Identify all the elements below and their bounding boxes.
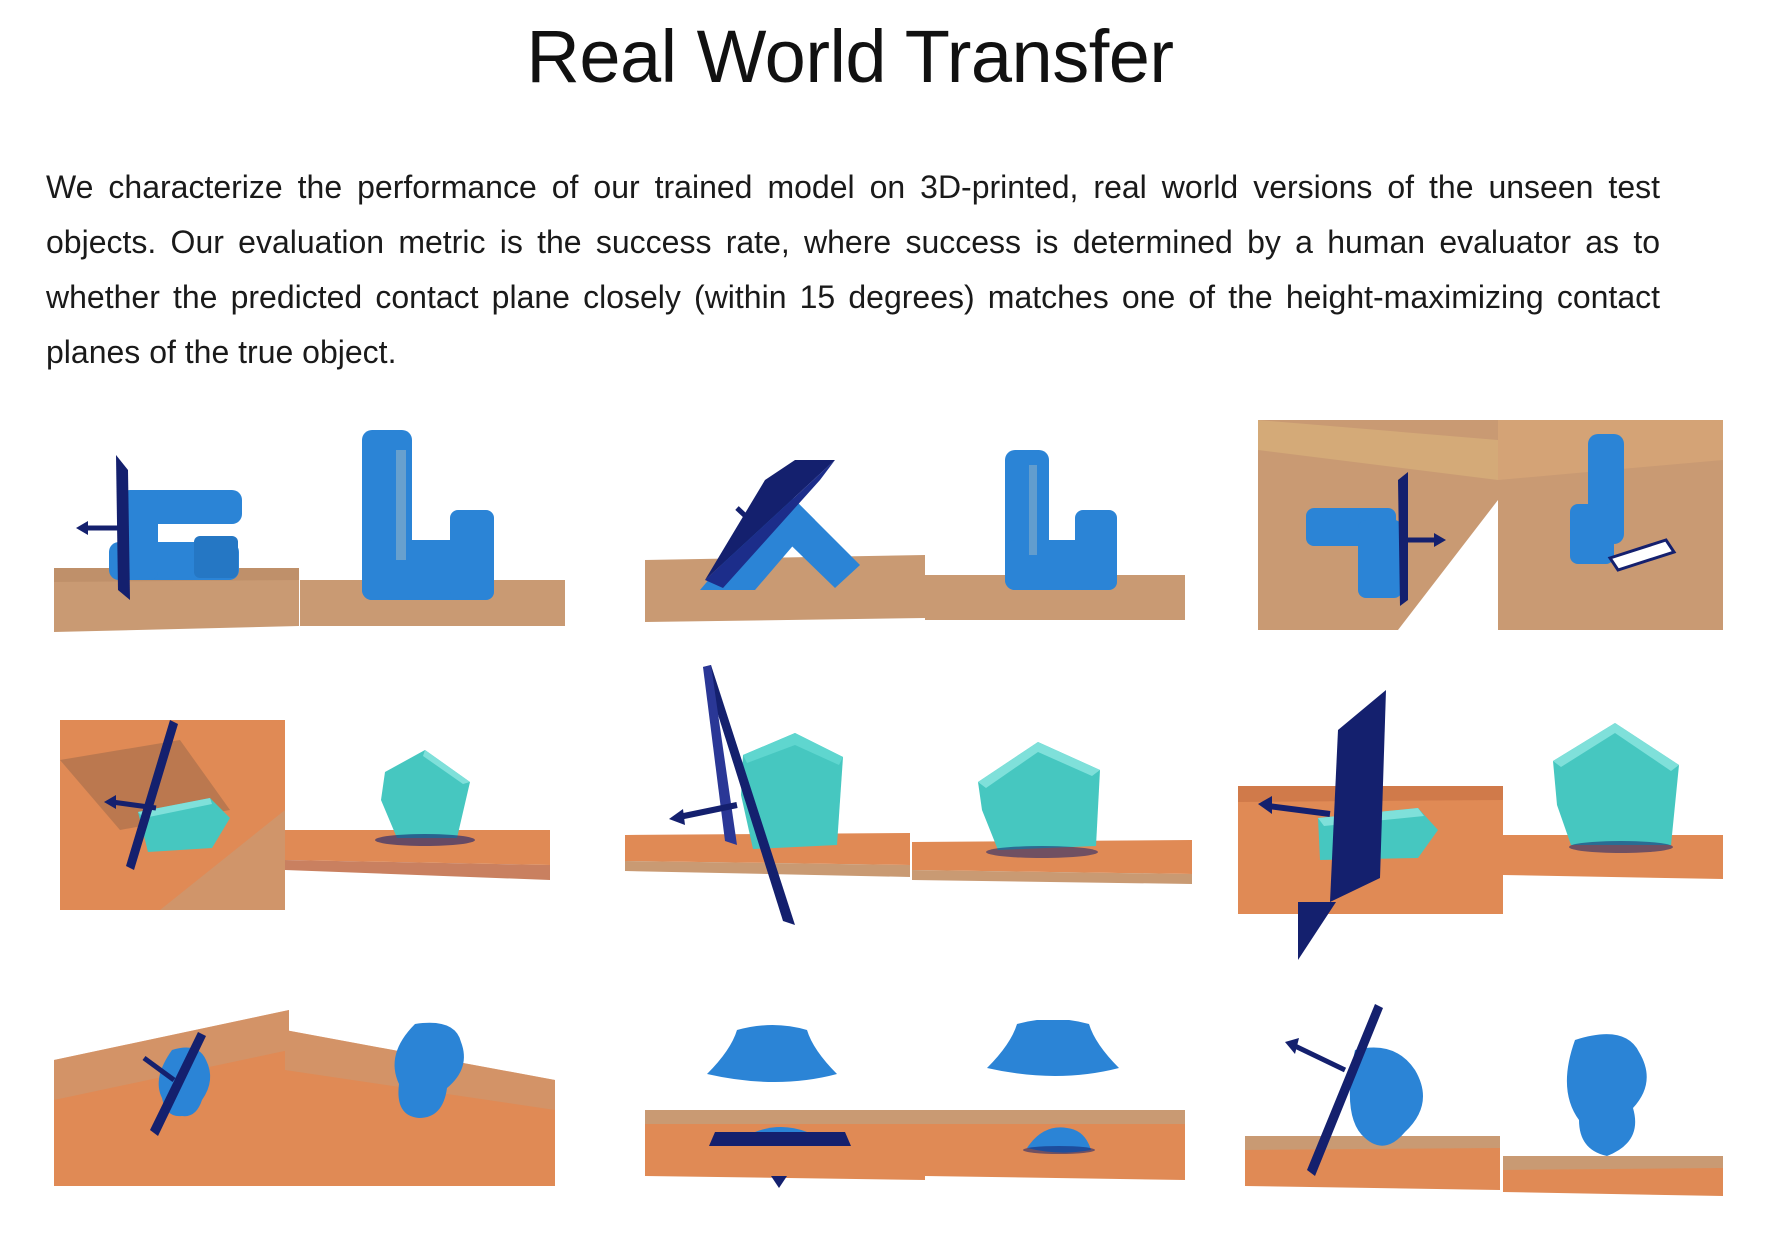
figure-r3c3-prediction: [1245, 1000, 1500, 1200]
figure-r2c3-true-object: [1503, 695, 1723, 905]
figure-r1c2-prediction: [645, 440, 925, 640]
figure-r1c2-true-object: [925, 440, 1185, 640]
figure-r1c1-true-object: [300, 430, 565, 630]
figure-r2c1-prediction: [60, 720, 285, 915]
figure-r3c1-prediction: [54, 1010, 289, 1190]
figure-r3c1-true-object: [285, 1010, 555, 1190]
page-title: Real World Transfer: [526, 15, 1174, 98]
figure-r3c3-true-object: [1503, 1020, 1723, 1200]
figure-r2c2-prediction: [625, 665, 910, 965]
figure-r1c3-prediction: [1258, 420, 1498, 630]
figure-r1c1-prediction: [54, 440, 299, 640]
description-paragraph: We characterize the performance of our t…: [46, 169, 1660, 370]
figure-r2c2-true-object: [912, 690, 1192, 900]
figure-r2c1-true-object: [285, 720, 550, 915]
figure-r1c3-true-object: [1498, 420, 1723, 630]
results-figure-grid: [40, 410, 1740, 1196]
figure-r3c2-prediction: [645, 1020, 925, 1200]
figure-r3c2-true-object: [925, 1020, 1185, 1200]
figure-r2c3-prediction: [1238, 690, 1503, 960]
